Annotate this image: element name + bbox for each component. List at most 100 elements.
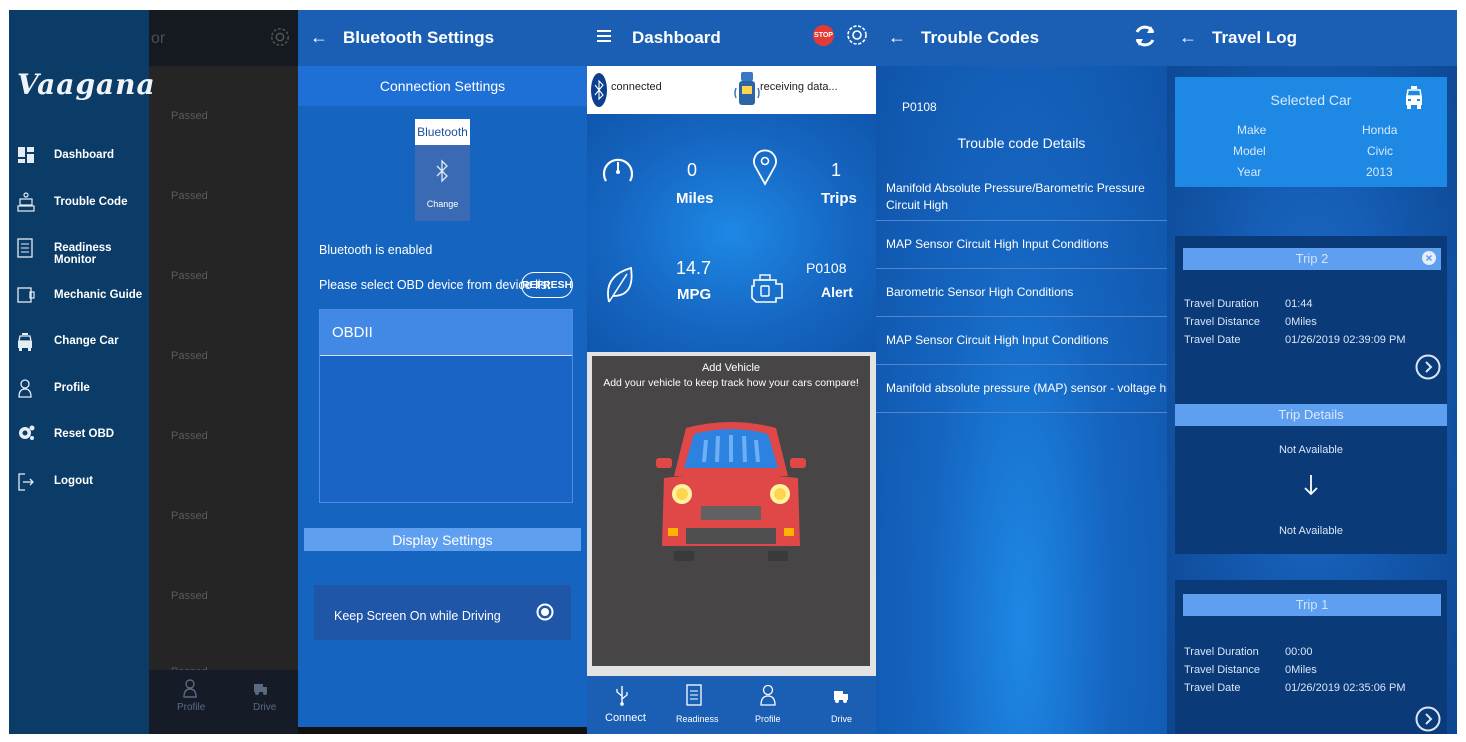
car-key: Make (1237, 123, 1267, 137)
code-description: MAP Sensor Circuit High Input Conditions (886, 237, 1109, 251)
bluetooth-card[interactable]: Bluetooth Change (415, 119, 470, 221)
trip-details-card: Trip Details Not Available Not Available (1175, 404, 1447, 554)
engine-icon (748, 272, 786, 304)
car-value: Civic (1367, 144, 1393, 158)
date-label: Travel Date (1184, 334, 1241, 346)
car-value: 2013 (1366, 165, 1393, 179)
profile-icon (760, 684, 776, 706)
menu-label: Trouble Code (54, 196, 128, 208)
car-key: Model (1233, 144, 1266, 158)
chevron-right-icon[interactable] (1415, 706, 1441, 732)
gear-icon[interactable] (845, 23, 869, 47)
usb-icon (616, 684, 628, 706)
section-header: Display Settings (304, 528, 581, 551)
readiness-icon (17, 238, 35, 258)
duration-label: Travel Duration (1184, 298, 1259, 310)
data-status: receiving data... (760, 81, 838, 93)
status-text: Passed (171, 110, 208, 122)
close-icon[interactable] (1422, 251, 1436, 265)
add-vehicle-frame: Add Vehicle Add your vehicle to keep tra… (587, 352, 876, 676)
car-icon (1405, 85, 1423, 111)
trip-card[interactable]: Trip 2 Travel Duration 01:44 Travel Dist… (1175, 236, 1447, 406)
profile-icon (17, 378, 35, 398)
status-text: Passed (171, 510, 208, 522)
trips-value: 1 (831, 160, 842, 180)
trip-card[interactable]: Trip 1 Travel Duration 00:00 Travel Dist… (1175, 580, 1447, 734)
distance-label: Travel Distance (1184, 664, 1261, 676)
selected-car-card[interactable]: Selected Car Make Honda Model Civic Year… (1175, 77, 1447, 187)
back-arrow-icon[interactable]: ← (1179, 27, 1197, 48)
list-item[interactable]: MAP Sensor Circuit High Input Conditions (876, 221, 1167, 269)
bottom-nav: Connect Readiness Profile Drive (587, 676, 876, 734)
app-bar: ← Bluetooth Settings (298, 10, 587, 66)
stop-button[interactable]: STOP (813, 25, 834, 46)
nav-label: Profile (177, 702, 206, 713)
add-vehicle-subtitle: Add your vehicle to keep track how your … (603, 377, 859, 389)
mpg-value: 14.7 (676, 258, 712, 278)
bottom-edge (298, 727, 587, 734)
car-value: Honda (1362, 123, 1398, 137)
list-item[interactable]: OBDII (320, 310, 572, 356)
status-text: Passed (171, 270, 208, 282)
radio-selected-icon[interactable] (536, 603, 554, 621)
nav-drawer: Vaagana Dashboard Trouble Code Readiness… (9, 10, 155, 734)
code-description: Barometric Sensor High Conditions (886, 285, 1074, 299)
menu-label: Profile (54, 382, 90, 394)
date-label: Travel Date (1184, 682, 1241, 694)
add-vehicle-card[interactable]: Add Vehicle Add your vehicle to keep tra… (592, 356, 870, 666)
section-title: Connection Settings (379, 78, 506, 94)
status-text: Passed (171, 430, 208, 442)
stats-panel: 0 Miles 1 Trips 14.7 MPG P0108 Alert (587, 114, 876, 352)
car-icon (17, 332, 35, 351)
refresh-icon[interactable] (1133, 23, 1157, 49)
code-description: MAP Sensor Circuit High Input Conditions (886, 333, 1109, 347)
distance-value: 0Miles (1285, 664, 1317, 676)
navigation-drawer-screen: or Passed Passed Passed Passed Passed Pa… (9, 10, 298, 734)
menu-label: Reset OBD (54, 428, 115, 440)
refresh-button[interactable]: REFRESH (521, 272, 573, 298)
app-bar: ← Travel Log (1167, 10, 1457, 66)
not-available-text: Not Available (1278, 444, 1343, 456)
car-illustration (656, 416, 806, 566)
connection-status: connected (611, 81, 662, 93)
bluetooth-status: Bluetooth is enabled (319, 243, 433, 257)
back-arrow-icon[interactable]: ← (888, 27, 906, 48)
arrow-down-icon (1303, 474, 1319, 496)
list-item[interactable]: Barometric Sensor High Conditions (876, 269, 1167, 317)
duration-value: 00:00 (1285, 646, 1313, 658)
gear-icon (17, 424, 35, 442)
mpg-label: MPG (677, 286, 712, 303)
chevron-right-icon[interactable] (1415, 354, 1441, 380)
app-bar: Dashboard STOP (587, 10, 876, 66)
logout-icon (17, 472, 35, 491)
trouble-codes-screen: ← Trouble Codes P0108 Trouble code Detai… (876, 10, 1167, 734)
leaf-icon (605, 266, 635, 304)
distance-label: Travel Distance (1184, 316, 1261, 328)
section-title: Display Settings (392, 532, 493, 548)
list-item[interactable]: Manifold absolute pressure (MAP) sensor … (876, 365, 1167, 413)
app-bar: ← Trouble Codes (876, 10, 1167, 66)
status-strip: connected receiving data... (587, 66, 876, 114)
nav-label: Connect (605, 712, 646, 724)
keep-screen-setting[interactable]: Keep Screen On while Driving (314, 585, 571, 640)
trouble-code-icon (17, 192, 35, 212)
car-key: Year (1237, 165, 1262, 179)
gear-icon (269, 26, 291, 48)
nav-label: Readiness (676, 714, 719, 724)
page-title: Bluetooth Settings (343, 28, 495, 47)
list-item[interactable]: Manifold Absolute Pressure/Barometric Pr… (876, 172, 1167, 221)
dashboard-screen: Dashboard STOP connected receiving data.… (587, 10, 876, 734)
menu-icon[interactable] (597, 29, 611, 43)
device-instruction: Please select OBD device from device lis… (319, 278, 551, 292)
list-item[interactable]: MAP Sensor Circuit High Input Conditions (876, 317, 1167, 365)
location-pin-icon (752, 148, 778, 186)
back-arrow-icon[interactable]: ← (310, 27, 328, 48)
miles-value: 0 (687, 160, 698, 180)
bluetooth-icon (434, 159, 450, 183)
page-title: Travel Log (1212, 28, 1298, 47)
nav-label: Drive (253, 702, 277, 713)
details-header: Trouble code Details (957, 135, 1086, 151)
menu-label: Mechanic Guide (54, 289, 143, 301)
bluetooth-card-title: Bluetooth (415, 119, 470, 145)
bluetooth-icon (591, 71, 607, 109)
